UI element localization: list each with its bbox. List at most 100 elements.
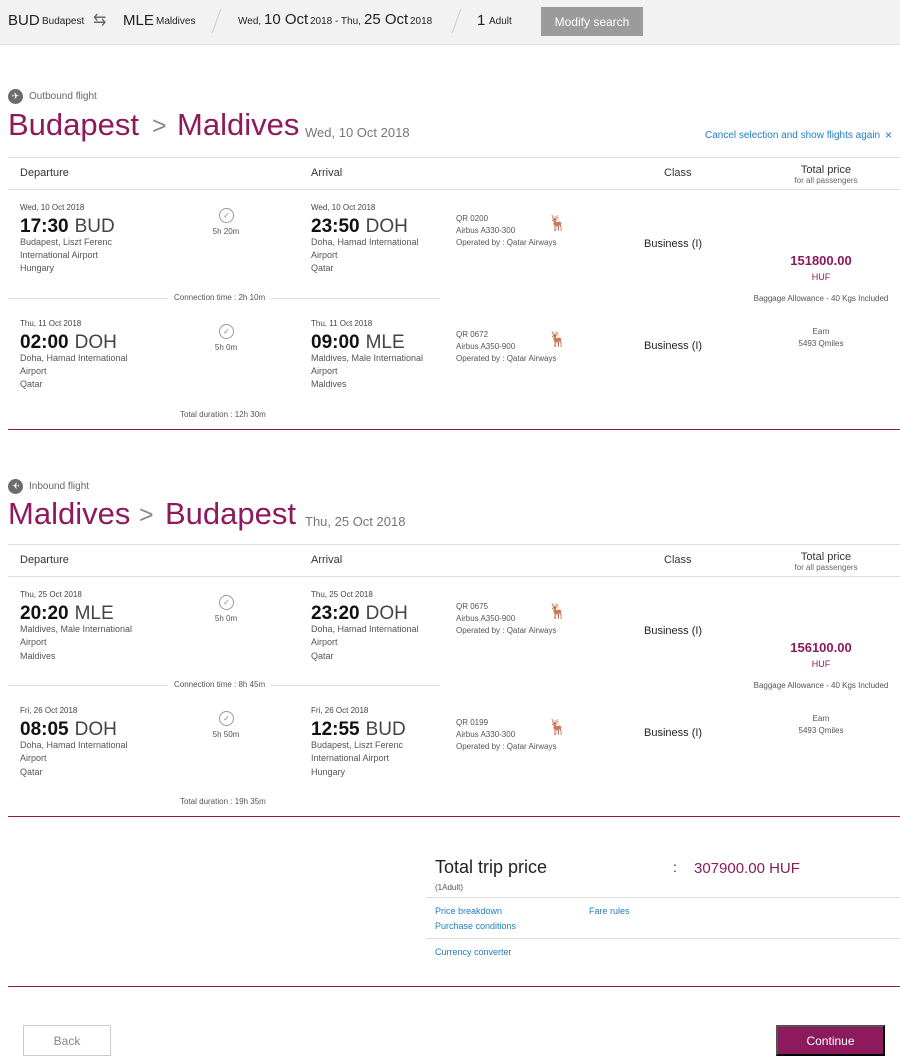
qmiles-earned: 5493 Qmiles: [798, 339, 844, 348]
departure-code: BUD: [74, 216, 115, 237]
departure-date: Thu, 11 Oct 2018: [20, 319, 82, 328]
qatar-oryx-logo-icon: 🦌: [548, 719, 567, 736]
fare-rules-link[interactable]: Fare rules: [589, 906, 630, 916]
arrival-date: Fri, 26 Oct 2018: [311, 706, 369, 715]
departure-code: MLE: [74, 603, 114, 624]
clock-icon: ✓: [219, 595, 234, 610]
aircraft-type: Airbus A350-900: [456, 342, 516, 351]
plane-left-icon: ✈: [8, 479, 23, 494]
arrival-time-row: 23:50 DOH: [311, 216, 408, 238]
aircraft-type: Airbus A330-300: [456, 226, 516, 235]
qatar-oryx-logo-icon: 🦌: [548, 603, 567, 620]
arrival-date: Thu, 11 Oct 2018: [311, 319, 373, 328]
leg-duration: 5h 0m: [214, 614, 238, 623]
departure-code: DOH: [74, 332, 117, 353]
divider: [8, 157, 900, 158]
departure-time: 08:05: [20, 719, 69, 740]
operated-by: Operated by : Qatar Airways: [456, 626, 557, 635]
divider: [426, 897, 900, 898]
arrival-airport: Budapest, Liszt Ferenc International Air…: [311, 740, 404, 763]
cancel-selection-link[interactable]: Cancel selection and show flights again: [705, 130, 880, 141]
total-trip-price-title: Total trip price: [435, 857, 548, 877]
outbound-date: Wed, 10 Oct 2018: [305, 125, 410, 140]
departure-time-row: 08:05 DOH: [20, 719, 117, 741]
departure-time: 02:00: [20, 332, 69, 353]
qatar-oryx-logo-icon: 🦌: [548, 215, 567, 232]
departure-country: Qatar: [20, 767, 43, 777]
section-divider: [8, 429, 900, 430]
cabin-class: Business (I): [644, 340, 703, 352]
total-price-header: Total price: [800, 164, 852, 176]
purchase-conditions-link[interactable]: Purchase conditions: [435, 921, 516, 931]
origin-city: Budapest: [42, 16, 85, 27]
arrival-time-row: 12:55 BUD: [311, 719, 406, 741]
departure-header: Departure: [20, 554, 69, 566]
departure-time: 20:20: [20, 603, 69, 624]
arrival-time: 23:50: [311, 216, 360, 237]
total-trip-price: 307900.00 HUF: [694, 860, 800, 877]
arrival-airport: Maldives, Male International Airport: [311, 353, 424, 376]
departure-airport: Doha, Hamad International Airport: [20, 353, 128, 376]
total-duration: Total duration : 12h 30m: [180, 410, 266, 419]
flight-number: QR 0200: [456, 214, 489, 223]
arrival-airport: Doha, Hamad International Airport: [311, 237, 419, 260]
close-icon[interactable]: ×: [885, 128, 892, 142]
arrival-header: Arrival: [311, 167, 343, 179]
operated-by: Operated by : Qatar Airways: [456, 742, 557, 751]
flight-number: QR 0199: [456, 718, 489, 727]
baggage-allowance: Baggage Allowance - 40 Kgs Included: [753, 681, 889, 690]
outbound-from-city: Budapest: [8, 107, 139, 142]
arrival-code: MLE: [365, 332, 405, 353]
aircraft-type: Airbus A350-900: [456, 614, 516, 623]
class-header: Class: [664, 554, 692, 566]
round-trip-arrows-icon: ⇆: [93, 12, 107, 29]
depart-date: 10 Oct: [264, 11, 309, 28]
destination-city: Maldives: [156, 16, 196, 27]
flight-number: QR 0672: [456, 330, 489, 339]
return-date: 25 Oct: [364, 11, 409, 28]
arrival-time: 23:20: [311, 603, 360, 624]
passenger-count: 1: [477, 12, 486, 29]
passenger-summary: (1Adult): [435, 883, 464, 892]
arrival-date: Wed, 10 Oct 2018: [311, 203, 376, 212]
continue-button[interactable]: Continue: [776, 1025, 885, 1056]
outbound-to-city: Maldives: [177, 107, 300, 142]
inbound-from-city: Maldives: [8, 496, 131, 531]
inbound-currency: HUF: [811, 659, 831, 669]
outbound-price: 151800.00: [790, 253, 852, 268]
inbound-label: Inbound flight: [29, 481, 90, 492]
cabin-class: Business (I): [644, 625, 703, 637]
qatar-oryx-logo-icon: 🦌: [548, 331, 567, 348]
divider: [451, 8, 462, 34]
flight-number: QR 0675: [456, 602, 489, 611]
back-button[interactable]: Back: [23, 1025, 111, 1056]
departure-country: Qatar: [20, 379, 43, 389]
arrival-time: 09:00: [311, 332, 360, 353]
modify-search-button[interactable]: Modify search: [541, 7, 643, 36]
date-separator: - Thu,: [335, 16, 361, 27]
arrival-code: BUD: [365, 719, 406, 740]
inbound-price: 156100.00: [790, 640, 852, 655]
total-price-subheader: for all passengers: [794, 176, 858, 185]
section-divider: [8, 816, 900, 817]
currency-converter-link[interactable]: Currency converter: [435, 947, 512, 957]
earn-label: Earn: [812, 714, 830, 723]
passenger-label: Adult: [489, 16, 512, 27]
operated-by: Operated by : Qatar Airways: [456, 354, 557, 363]
outbound-label: Outbound flight: [29, 91, 97, 102]
divider: [8, 576, 900, 577]
departure-time-row: 02:00 DOH: [20, 332, 117, 354]
arrival-time-row: 23:20 DOH: [311, 603, 408, 625]
price-breakdown-link[interactable]: Price breakdown: [435, 906, 502, 916]
departure-time-row: 20:20 MLE: [20, 603, 114, 625]
outbound-currency: HUF: [811, 272, 831, 282]
arrival-header: Arrival: [311, 554, 343, 566]
inbound-date: Thu, 25 Oct 2018: [305, 514, 406, 529]
clock-icon: ✓: [219, 711, 234, 726]
destination-code: MLE: [123, 12, 154, 29]
connection-time: Connection time : 8h 45m: [168, 680, 272, 689]
departure-country: Hungary: [20, 263, 55, 273]
route-arrow: >: [139, 501, 154, 529]
earn-label: Earn: [812, 327, 830, 336]
class-header: Class: [664, 167, 692, 179]
